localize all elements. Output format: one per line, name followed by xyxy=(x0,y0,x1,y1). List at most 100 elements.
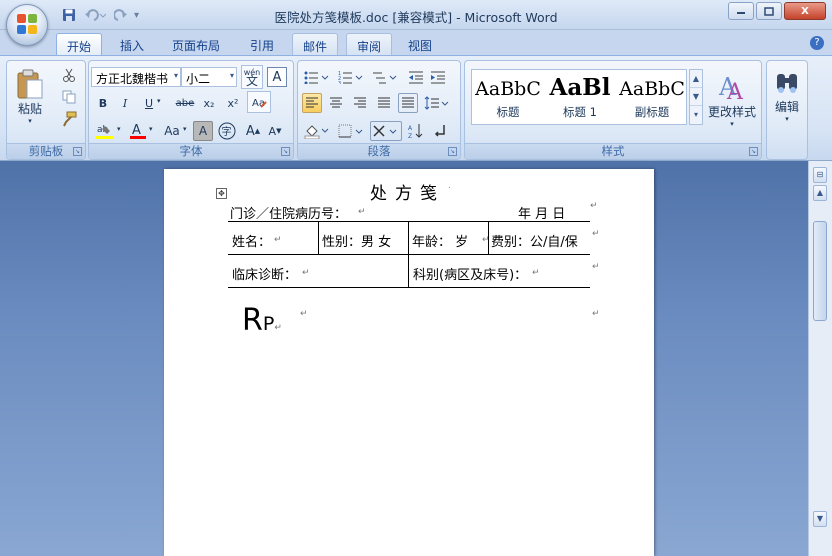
highlight-dropdown-icon[interactable]: ▾ xyxy=(117,125,121,133)
tab-view[interactable]: 视图 xyxy=(398,33,442,56)
show-marks-button[interactable] xyxy=(430,121,450,141)
borders-button[interactable] xyxy=(336,121,366,141)
numbering-button[interactable]: 123 xyxy=(336,67,366,87)
doc-title: 处方笺 xyxy=(370,184,445,204)
close-button[interactable]: X xyxy=(784,2,826,20)
document-workspace: ✥ 处方笺 . 门诊／住院病历号： ↵ 年 月 日 ↵ 姓名： ↵ 性别：男 女… xyxy=(0,161,808,556)
multilevel-list-button[interactable] xyxy=(370,67,400,87)
font-name-combo[interactable]: 方正北魏楷书 ▾ xyxy=(91,67,181,87)
shrink-font-button[interactable]: A ▼ xyxy=(265,121,285,141)
align-right-icon xyxy=(354,97,366,108)
borders-icon xyxy=(338,124,363,138)
office-button[interactable] xyxy=(6,4,48,46)
grow-font-button[interactable]: A ▲ xyxy=(243,121,263,141)
font-size-value: 小二 xyxy=(186,72,211,86)
change-styles-button[interactable]: A A 更改样式 ▾ xyxy=(707,65,757,133)
scroll-up-icon[interactable]: ▲ xyxy=(813,185,827,201)
editing-button[interactable]: 编辑 ▾ xyxy=(769,65,805,127)
table-move-handle-icon[interactable]: ✥ xyxy=(216,188,227,199)
subscript-button[interactable]: x₂ xyxy=(199,93,219,113)
editing-dropdown-icon: ▾ xyxy=(785,114,789,123)
cut-icon[interactable] xyxy=(59,65,79,85)
char-shading-button[interactable]: A xyxy=(193,121,213,141)
style-heading-1[interactable]: AaBl 标题 1 xyxy=(546,72,614,122)
clear-formatting-button[interactable]: Aa xyxy=(247,91,271,113)
format-painter-icon[interactable] xyxy=(59,109,79,129)
tab-review[interactable]: 审阅 xyxy=(346,33,393,56)
chinese-layout-button[interactable] xyxy=(370,121,402,141)
align-right-button[interactable] xyxy=(350,93,370,113)
font-launcher-icon[interactable]: ↘ xyxy=(281,147,290,156)
scroll-down-icon[interactable]: ▼ xyxy=(813,511,827,527)
style-subtitle[interactable]: AaBbC 副标题 xyxy=(618,72,686,122)
tab-page-layout[interactable]: 页面布局 xyxy=(162,33,230,56)
sort-icon: AZ xyxy=(408,124,423,139)
paste-button[interactable]: 粘贴 ▾ xyxy=(13,65,47,127)
strikethrough-button[interactable]: abe xyxy=(175,93,195,113)
copy-icon[interactable] xyxy=(59,87,79,107)
gallery-more-icon[interactable]: ▾ xyxy=(690,106,702,124)
style-gallery: AaBbC 标题 AaBl 标题 1 AaBbC 副标题 xyxy=(471,69,687,125)
group-styles: AaBbC 标题 AaBl 标题 1 AaBbC 副标题 ▲ ▼ ▾ A A 更… xyxy=(464,60,762,160)
font-color-dropdown-icon[interactable]: ▾ xyxy=(149,125,153,133)
bold-button[interactable]: B xyxy=(93,93,113,113)
tab-mailings[interactable]: 邮件 xyxy=(292,33,339,56)
justify-icon xyxy=(378,97,390,108)
char-border-button[interactable]: A xyxy=(267,67,287,87)
decrease-indent-button[interactable] xyxy=(406,67,426,87)
change-case-button[interactable]: Aa xyxy=(159,121,185,141)
highlight-button[interactable]: ab xyxy=(93,121,117,141)
scroll-thumb[interactable] xyxy=(813,221,827,321)
document-page[interactable]: ✥ 处方笺 . 门诊／住院病历号： ↵ 年 月 日 ↵ 姓名： ↵ 性别：男 女… xyxy=(164,169,654,556)
style-gallery-scroll[interactable]: ▲ ▼ ▾ xyxy=(689,69,703,125)
bullets-icon xyxy=(304,71,329,84)
justify-button[interactable] xyxy=(374,93,394,113)
ruler-toggle-icon[interactable]: ⊟ xyxy=(813,167,827,183)
underline-button[interactable]: U xyxy=(139,93,159,113)
align-center-icon xyxy=(330,97,342,108)
phonetic-guide-button[interactable]: wén 文 xyxy=(241,65,263,89)
shading-button[interactable] xyxy=(302,121,332,141)
minimize-button[interactable] xyxy=(728,2,754,20)
superscript-button[interactable]: x² xyxy=(223,93,243,113)
tab-references[interactable]: 引用 xyxy=(240,33,284,56)
group-font: 方正北魏楷书 ▾ 小二 ▾ wén 文 A B I U ▾ abe x₂ x² A… xyxy=(88,60,294,160)
underline-dropdown-icon[interactable]: ▾ xyxy=(157,97,161,105)
increase-indent-icon xyxy=(431,71,445,84)
increase-indent-button[interactable] xyxy=(428,67,448,87)
group-clipboard: 粘贴 ▾ 剪贴板 ↘ xyxy=(6,60,86,160)
decrease-indent-icon xyxy=(409,71,423,84)
enclose-characters-button[interactable]: 字 xyxy=(217,121,237,141)
shading-icon xyxy=(304,125,329,139)
change-case-dropdown-icon[interactable]: ▾ xyxy=(183,125,187,133)
styles-launcher-icon[interactable]: ↘ xyxy=(749,147,758,156)
paragraph-launcher-icon[interactable]: ↘ xyxy=(448,147,457,156)
font-size-combo[interactable]: 小二 ▾ xyxy=(181,67,237,87)
sort-button[interactable]: AZ xyxy=(406,121,426,141)
gallery-down-icon[interactable]: ▼ xyxy=(690,88,702,106)
style-heading-1-name: 标题 1 xyxy=(563,105,597,119)
align-left-button[interactable] xyxy=(302,93,322,113)
style-heading[interactable]: AaBbC 标题 xyxy=(474,72,542,122)
help-icon[interactable]: ? xyxy=(810,36,824,50)
svg-text:3: 3 xyxy=(338,81,341,84)
font-color-button[interactable]: A xyxy=(127,121,149,141)
table-border xyxy=(228,287,590,288)
style-heading-1-sample: AaBl xyxy=(549,74,611,101)
gender-label: 性别：男 女 xyxy=(322,235,392,250)
distributed-button[interactable] xyxy=(398,93,418,113)
align-center-button[interactable] xyxy=(326,93,346,113)
clipboard-icon xyxy=(17,69,43,98)
style-subtitle-name: 副标题 xyxy=(634,105,670,119)
clipboard-launcher-icon[interactable]: ↘ xyxy=(73,147,82,156)
italic-button[interactable]: I xyxy=(115,93,135,113)
gallery-up-icon[interactable]: ▲ xyxy=(690,70,702,88)
vertical-scrollbar[interactable]: ⊟ ▲ ▼ xyxy=(808,161,832,556)
restore-button[interactable] xyxy=(756,2,782,20)
tab-home[interactable]: 开始 xyxy=(56,33,103,56)
line-spacing-button[interactable] xyxy=(422,93,452,113)
bullets-button[interactable] xyxy=(302,67,332,87)
tab-insert[interactable]: 插入 xyxy=(110,33,154,56)
paragraph-mark: ↵ xyxy=(300,309,308,319)
paragraph-mark: . xyxy=(448,181,451,191)
